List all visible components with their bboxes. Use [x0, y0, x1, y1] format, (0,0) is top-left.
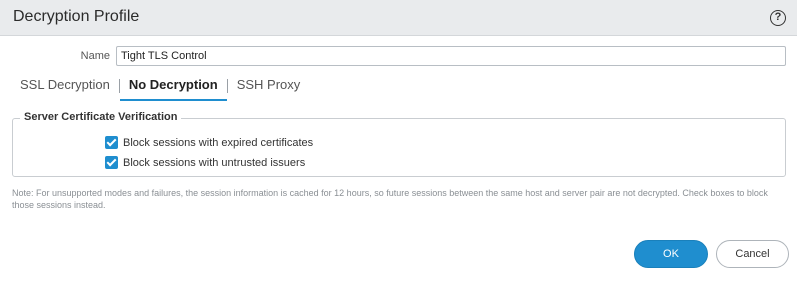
tab-no-decryption[interactable]: No Decryption: [119, 74, 227, 101]
expired-certificates-option[interactable]: Block sessions with expired certificates: [105, 136, 313, 149]
decryption-profile-dialog: Decryption Profile ? Name SSL Decryption…: [0, 0, 797, 282]
cancel-button[interactable]: Cancel: [716, 240, 789, 268]
tab-bar: SSL Decryption No Decryption SSH Proxy: [11, 74, 309, 102]
expired-certificates-label: Block sessions with expired certificates: [123, 136, 314, 149]
cache-note: Note: For unsupported modes and failures…: [12, 188, 768, 210]
untrusted-issuers-option[interactable]: Block sessions with untrusted issuers: [105, 156, 305, 169]
expired-certificates-checkbox[interactable]: [105, 136, 118, 149]
dialog-title: Decryption Profile: [13, 8, 140, 25]
untrusted-issuers-label: Block sessions with untrusted issuers: [123, 156, 306, 169]
untrusted-issuers-checkbox[interactable]: [105, 156, 118, 169]
tab-ssl-decryption[interactable]: SSL Decryption: [11, 74, 119, 101]
group-legend: Server Certificate Verification: [20, 111, 182, 123]
name-label: Name: [80, 50, 110, 62]
name-input[interactable]: [116, 46, 786, 66]
help-circle-icon[interactable]: ?: [770, 10, 786, 26]
dialog-header: Decryption Profile ?: [0, 0, 797, 36]
tab-ssh-proxy[interactable]: SSH Proxy: [228, 74, 310, 101]
ok-button[interactable]: OK: [634, 240, 708, 268]
